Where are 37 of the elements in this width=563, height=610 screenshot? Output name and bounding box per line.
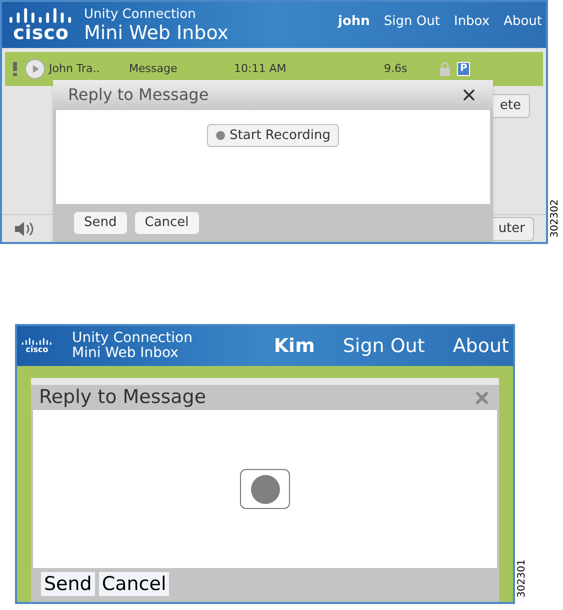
user-name: Kim: [274, 334, 315, 359]
header-link[interactable]: Inbox: [454, 12, 490, 32]
figure-number: 302302: [549, 199, 562, 238]
app-title: Mini Web Inbox: [72, 346, 180, 361]
lock-icon: [439, 62, 451, 76]
header-link[interactable]: About: [452, 332, 509, 360]
record-dot-icon: [250, 474, 280, 504]
product-name: Unity Connection: [84, 6, 197, 22]
logo-bars-icon: [8, 8, 74, 22]
logo-bars-icon: [21, 338, 53, 345]
logo-wordmark: cisco: [13, 22, 69, 42]
dialog-title: Reply to Message: [68, 84, 209, 106]
sender-name: John Tra..: [49, 60, 101, 77]
figure-number: 302301: [516, 559, 529, 598]
product-name: Unity Connection: [72, 331, 192, 346]
record-button[interactable]: [240, 469, 290, 509]
private-badge: P: [457, 62, 470, 76]
priority-icon: [13, 62, 17, 76]
logo-wordmark: cisco: [26, 345, 48, 354]
record-dot-icon: [216, 131, 225, 140]
header-link[interactable]: About: [504, 12, 542, 32]
dialog-button[interactable]: Send: [74, 212, 127, 234]
message-duration: 9.6s: [384, 60, 408, 77]
speaker-icon[interactable]: [14, 220, 36, 236]
user-name: john: [338, 13, 370, 31]
start-recording-button[interactable]: Start Recording: [206, 124, 340, 147]
dialog-button[interactable]: Send: [41, 572, 95, 596]
message-subject: Message: [129, 60, 178, 77]
app-title: Mini Web Inbox: [84, 22, 228, 44]
dialog-button[interactable]: Cancel: [134, 212, 199, 234]
toolbar-button[interactable]: ete: [490, 94, 530, 118]
dialog-button[interactable]: Cancel: [98, 572, 170, 596]
message-time: 10:11 AM: [234, 60, 288, 77]
play-icon[interactable]: [25, 59, 45, 79]
header-link[interactable]: Sign Out: [342, 332, 425, 360]
header-link[interactable]: Sign Out: [384, 12, 440, 32]
dialog-title: Reply to Message: [39, 385, 206, 410]
